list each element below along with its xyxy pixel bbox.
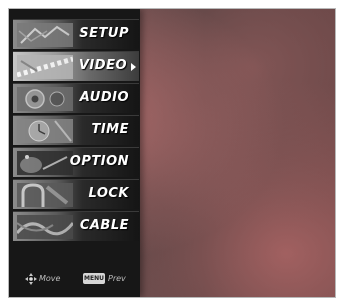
menu-footer-help: Move MENU Prev: [15, 271, 139, 287]
time-thumbnail-icon: [17, 119, 73, 143]
cable-thumbnail-icon: [17, 215, 73, 239]
menu-item-lock[interactable]: LOCK: [13, 179, 139, 209]
menu-item-audio[interactable]: AUDIO: [13, 83, 139, 113]
menu-item-label: CABLE: [79, 218, 129, 233]
right-arrow-icon: [131, 63, 136, 71]
tv-screen: SETUP VIDEO AUDIO TIME OPTION LOCK CABLE…: [8, 8, 336, 298]
menu-item-time[interactable]: TIME: [13, 115, 139, 145]
main-menu-panel: SETUP VIDEO AUDIO TIME OPTION LOCK CABLE…: [9, 9, 140, 297]
directional-pad-icon: [25, 273, 37, 285]
move-label: Move: [39, 274, 61, 283]
menu-item-setup[interactable]: SETUP: [13, 19, 139, 49]
video-thumbnail-icon: [17, 55, 73, 79]
lock-thumbnail-icon: [17, 183, 73, 207]
menu-item-label: VIDEO: [78, 58, 127, 73]
setup-thumbnail-icon: [17, 23, 73, 47]
menu-item-option[interactable]: OPTION: [13, 147, 139, 177]
option-thumbnail-icon: [17, 151, 73, 175]
menu-item-label: TIME: [91, 122, 129, 137]
menu-item-label: OPTION: [69, 154, 129, 169]
menu-item-video[interactable]: VIDEO: [13, 51, 139, 81]
menu-item-label: AUDIO: [79, 90, 129, 105]
menu-item-label: LOCK: [88, 186, 129, 201]
menu-key-icon: MENU: [83, 273, 105, 284]
prev-label: Prev: [108, 274, 126, 283]
menu-item-cable[interactable]: CABLE: [13, 211, 139, 241]
audio-thumbnail-icon: [17, 87, 73, 111]
menu-item-label: SETUP: [79, 26, 129, 41]
